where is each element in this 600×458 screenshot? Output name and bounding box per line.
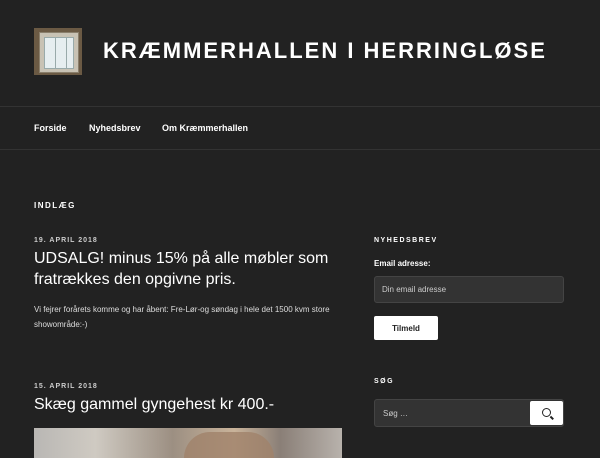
nav-item-nyhedsbrev[interactable]: Nyhedsbrev bbox=[89, 123, 141, 133]
email-label: Email adresse: bbox=[374, 259, 431, 268]
logo-cabinet-image bbox=[39, 32, 79, 73]
section-title: INDLÆG bbox=[34, 201, 76, 210]
logo-pane bbox=[66, 37, 74, 69]
subscribe-button[interactable]: Tilmeld bbox=[374, 316, 438, 340]
post-excerpt: Vi fejrer forårets komme og har åbent: F… bbox=[34, 305, 330, 329]
main-navigation: Forside Nyhedsbrev Om Kræmmerhallen bbox=[0, 106, 600, 150]
newsletter-widget-title: NYHEDSBREV bbox=[374, 237, 438, 244]
post-date[interactable]: 19. APRIL 2018 bbox=[34, 237, 98, 244]
post-title[interactable]: Skæg gammel gyngehest kr 400.- bbox=[34, 394, 354, 415]
post-featured-image[interactable] bbox=[34, 428, 342, 458]
site-logo[interactable] bbox=[34, 28, 82, 75]
post-title[interactable]: UDSALG! minus 15% på alle møbler som fra… bbox=[34, 248, 354, 290]
search-button[interactable] bbox=[530, 401, 563, 425]
site-header: KRÆMMERHALLEN I HERRINGLØSE bbox=[0, 0, 600, 106]
post-date[interactable]: 15. APRIL 2018 bbox=[34, 383, 98, 390]
nav-item-forside[interactable]: Forside bbox=[34, 123, 67, 133]
search-widget-title: SØG bbox=[374, 378, 395, 385]
rocking-horse-image bbox=[184, 432, 274, 458]
site-title[interactable]: KRÆMMERHALLEN I HERRINGLØSE bbox=[103, 38, 547, 64]
nav-item-om-kraemmerhallen[interactable]: Om Kræmmerhallen bbox=[162, 123, 248, 133]
email-field[interactable] bbox=[374, 276, 564, 303]
